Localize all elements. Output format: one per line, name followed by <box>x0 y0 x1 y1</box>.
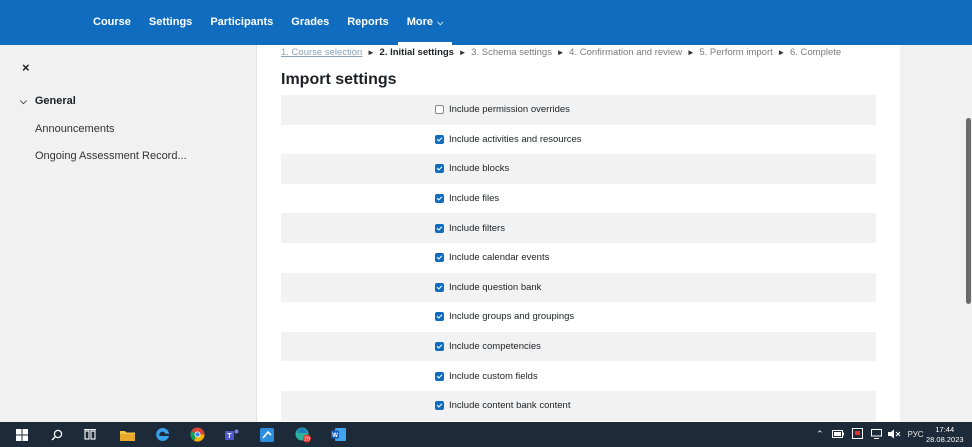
setting-row: Include content bank content <box>281 390 876 421</box>
setting-label: Include content bank content <box>449 400 571 412</box>
checkbox-activities[interactable] <box>435 134 444 144</box>
page-scrollbar[interactable] <box>966 118 971 304</box>
chevron-up-icon[interactable]: ⌃ <box>816 429 824 440</box>
svg-text:T: T <box>227 433 232 440</box>
setting-label: Include activities and resources <box>449 133 582 145</box>
edge-browser-icon[interactable] <box>154 427 170 442</box>
step-confirmation: 4. Confirmation and review <box>569 47 683 58</box>
edge-dev-icon[interactable]: 29 <box>294 427 312 442</box>
step-separator: ► <box>366 48 375 57</box>
drawer-link-announcements[interactable]: Announcements <box>35 123 115 135</box>
checkbox-content-bank[interactable] <box>435 401 444 411</box>
setting-label: Include calendar events <box>449 252 550 264</box>
nav-item-reports[interactable]: Reports <box>338 0 398 45</box>
input-language[interactable]: РУС <box>908 430 924 439</box>
windows-start-icon[interactable] <box>15 427 29 442</box>
step-perform-import: 5. Perform import <box>699 47 773 58</box>
nav-item-more[interactable]: More ⌵ <box>397 0 453 45</box>
svg-text:W: W <box>332 433 338 439</box>
step-separator: ► <box>556 48 565 57</box>
setting-row: Include groups and groupings <box>281 302 876 332</box>
nav-more-label: More <box>406 16 434 28</box>
checkbox-filters[interactable] <box>435 223 444 233</box>
setting-row: Include calendar events <box>281 243 876 273</box>
nav-item-participants[interactable]: Participants <box>201 0 282 45</box>
taskbar-clock[interactable]: 17:44 28.08.2023 <box>926 425 964 445</box>
meet-now-icon[interactable] <box>851 428 863 441</box>
step-complete: 6. Complete <box>789 47 842 58</box>
network-icon[interactable] <box>870 428 882 441</box>
search-icon[interactable] <box>50 427 64 442</box>
clock-date: 28.08.2023 <box>926 435 964 444</box>
setting-row: Include competencies <box>281 331 876 362</box>
setting-label: Include groups and groupings <box>449 311 575 323</box>
page-title: Import settings <box>281 71 397 88</box>
primary-navigation: Course Settings Participants Grades Repo… <box>0 0 972 45</box>
setting-label: Include filters <box>449 222 505 234</box>
setting-row: Include permission overrides <box>281 95 876 125</box>
checkbox-custom-fields[interactable] <box>435 371 444 381</box>
checkbox-files[interactable] <box>435 194 444 204</box>
task-view-icon[interactable] <box>83 427 97 442</box>
checkbox-blocks[interactable] <box>435 164 444 174</box>
word-icon[interactable]: W <box>330 427 346 442</box>
setting-label: Include blocks <box>449 163 510 175</box>
setting-row: Include files <box>281 184 876 214</box>
volume-muted-icon[interactable] <box>887 429 901 441</box>
step-separator: ► <box>458 48 467 57</box>
setting-label: Include custom fields <box>449 370 538 382</box>
battery-icon[interactable] <box>831 429 844 440</box>
settings-list: Include permission overrides Include act… <box>281 95 876 421</box>
main-content: 1. Course selection ► 2. Initial setting… <box>257 45 900 422</box>
step-separator: ► <box>777 48 786 57</box>
setting-row: Include question bank <box>281 272 876 303</box>
chrome-browser-icon[interactable] <box>189 427 205 442</box>
whiteboard-icon[interactable] <box>259 427 275 442</box>
step-separator: ► <box>686 48 695 57</box>
nav-items: Course Settings Participants Grades Repo… <box>84 0 453 45</box>
setting-row: Include blocks <box>281 154 876 184</box>
import-steps-breadcrumb: 1. Course selection ► 2. Initial setting… <box>281 47 841 58</box>
clock-time: 17:44 <box>935 425 955 434</box>
setting-row: Include activities and resources <box>281 125 876 155</box>
system-tray: ⌃ РУС <box>816 422 924 447</box>
file-explorer-icon[interactable] <box>119 427 135 442</box>
step-course-selection[interactable]: 1. Course selection <box>281 47 362 58</box>
setting-label: Include competencies <box>449 341 541 353</box>
checkbox-groups[interactable] <box>435 312 444 322</box>
step-initial-settings: 2. Initial settings <box>379 47 454 58</box>
section-general[interactable]: ⌵ General <box>20 95 76 107</box>
windows-taskbar: T 29 W ⌃ РУС 17:44 28.08.2023 <box>0 422 972 447</box>
step-schema-settings: 3. Schema settings <box>471 47 552 58</box>
teams-icon[interactable]: T <box>224 427 240 442</box>
checkbox-permission-overrides[interactable] <box>435 105 444 115</box>
setting-label: Include question bank <box>449 281 542 293</box>
right-margin <box>900 45 972 422</box>
nav-item-grades[interactable]: Grades <box>282 0 338 45</box>
notification-badge: 29 <box>304 436 310 442</box>
setting-row: Include filters <box>281 213 876 243</box>
nav-item-settings[interactable]: Settings <box>140 0 201 45</box>
section-label: General <box>34 95 76 107</box>
checkbox-competencies[interactable] <box>435 342 444 352</box>
chevron-down-icon: ⌵ <box>435 18 444 27</box>
nav-item-course[interactable]: Course <box>84 0 140 45</box>
setting-label: Include files <box>449 193 500 205</box>
close-drawer-button[interactable]: × <box>22 60 30 75</box>
checkbox-question-bank[interactable] <box>435 282 444 292</box>
drawer-link-ongoing-assessment[interactable]: Ongoing Assessment Record... <box>35 150 187 162</box>
course-index-drawer: × ⌵ General Announcements Ongoing Assess… <box>0 45 257 422</box>
checkbox-calendar-events[interactable] <box>435 253 444 263</box>
chevron-down-icon: ⌵ <box>20 95 27 106</box>
setting-row: Include custom fields <box>281 361 876 391</box>
setting-label: Include permission overrides <box>449 104 570 116</box>
